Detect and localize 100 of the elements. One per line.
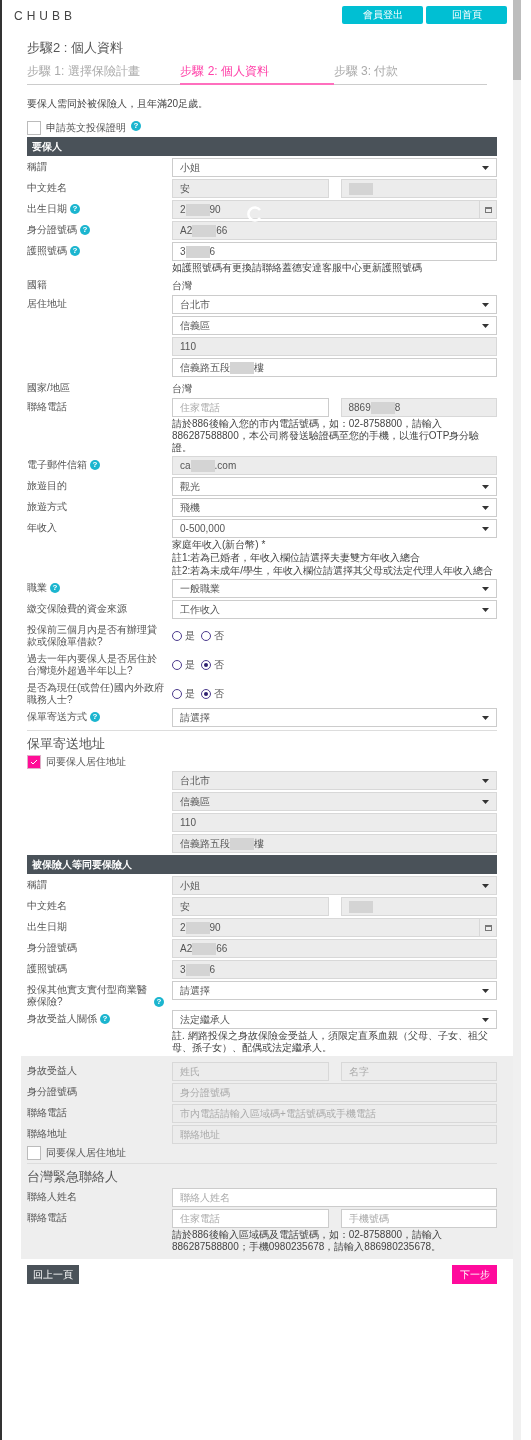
dropdown[interactable]: 飛機 xyxy=(172,498,497,517)
field-label: 出生日期 xyxy=(27,921,67,933)
field-note: 家庭年收入(新台幣) * xyxy=(172,539,267,551)
loading-spinner-icon xyxy=(247,206,263,222)
dropdown[interactable]: 工作收入 xyxy=(172,600,497,619)
field-label: 過去一年內要保人是否居住於台灣境外超過半年以上? xyxy=(27,653,158,677)
section-heading: 保單寄送地址 xyxy=(27,735,106,753)
field-label: 旅遊目的 xyxy=(27,480,67,492)
caret-icon xyxy=(482,1017,489,1022)
caret-icon xyxy=(482,323,489,328)
dropdown[interactable]: 台北市 xyxy=(172,295,497,314)
calendar-button[interactable] xyxy=(480,918,497,937)
scrollbar-thumb[interactable] xyxy=(513,0,521,80)
caret-icon xyxy=(482,302,489,307)
field-label: 稱謂 xyxy=(27,879,47,891)
checkbox-label: 同要保人居住地址 xyxy=(46,755,126,769)
field-label: 聯絡電話 xyxy=(27,1212,67,1224)
dropdown[interactable]: 0-500,000 xyxy=(172,519,497,538)
calendar-icon xyxy=(484,206,492,213)
field-label: 中文姓名 xyxy=(27,182,67,194)
field-label: 國籍 xyxy=(27,279,47,291)
field-label: 國家/地區 xyxy=(27,382,70,394)
caret-icon xyxy=(482,715,489,720)
field-note: 註. 網路投保之身故保險金受益人，須限定直系血親（父母、子女、祖父母、孫子女）、配偶或法定繼承人。 xyxy=(172,1030,489,1054)
dropdown[interactable]: 請選擇 xyxy=(172,981,497,1000)
field-label: 出生日期 xyxy=(27,203,67,215)
dropdown[interactable]: 觀光 xyxy=(172,477,497,496)
step-label: 步驟 3: 付款 xyxy=(333,63,400,80)
field-value: 台灣 xyxy=(172,279,193,293)
field-label: 聯絡電話 xyxy=(27,401,67,413)
calendar-icon xyxy=(484,924,492,931)
input-field[interactable]: 住家電話 xyxy=(172,398,329,417)
radio-option[interactable]: 是 xyxy=(172,653,195,677)
section-header: 要保人 xyxy=(27,137,497,156)
field-note: 註2:若為未成年/學生，年收入欄位請選擇其父母或法定代理人年收入總合 xyxy=(172,565,495,577)
caret-icon xyxy=(482,883,489,888)
field-label: 護照號碼 xyxy=(27,963,67,975)
page-title: 步驟2 : 個人資料 xyxy=(27,39,125,57)
input-field[interactable]: 手機號碼 xyxy=(340,1209,497,1228)
step-label: 步驟 1: 選擇保險計畫 xyxy=(27,63,141,80)
field-label: 投保其他實支實付型商業醫療保險? xyxy=(27,984,148,1008)
section-heading: 台灣緊急聯絡人 xyxy=(27,1168,119,1186)
radio-option[interactable]: 是 xyxy=(172,682,195,706)
caret-icon xyxy=(482,484,489,489)
checkbox[interactable] xyxy=(27,755,41,769)
input-field[interactable]: 信義路五段 樓 xyxy=(172,358,497,377)
field-note: 註1:若為已婚者，年收入欄位請選擇夫妻雙方年收入總合 xyxy=(172,552,422,564)
field-label: 身分證號碼 xyxy=(27,942,77,954)
calendar-button[interactable] xyxy=(480,200,497,219)
radio-option[interactable]: 否 xyxy=(201,653,224,677)
field-label: 身分證號碼 xyxy=(27,224,77,236)
field-label: 身故受益人關係 xyxy=(27,1013,97,1025)
back-button[interactable]: 回上一頁 xyxy=(27,1265,79,1284)
checkbox-label: 申請英文投保證明 xyxy=(46,121,126,135)
logo[interactable]: CHUBB xyxy=(14,6,76,23)
field-label: 護照號碼 xyxy=(27,245,67,257)
caret-icon xyxy=(482,607,489,612)
dropdown[interactable]: 一般職業 xyxy=(172,579,497,598)
next-button[interactable]: 下一步 xyxy=(452,1265,497,1284)
caret-icon xyxy=(482,586,489,591)
intro-text: 要保人需同於被保險人，且年滿20足歲。 xyxy=(27,97,210,111)
field-label: 年收入 xyxy=(27,522,57,534)
checkbox-label: 同要保人居住地址 xyxy=(46,1146,126,1160)
radio-option[interactable]: 否 xyxy=(201,682,224,706)
check-icon xyxy=(30,759,38,765)
input-field[interactable]: 3 6 xyxy=(172,242,497,261)
checkbox[interactable] xyxy=(27,121,41,135)
caret-icon xyxy=(482,526,489,531)
field-label: 保單寄送方式 xyxy=(27,711,87,723)
radio-option[interactable]: 是 xyxy=(172,624,195,648)
field-note: 請於886後輸入您的市內電話號碼，如：02-8758800，請輸入886287588800，本公司將發送驗證碼至您的手機，以進行OTP身分驗證。 xyxy=(172,418,481,454)
dropdown[interactable]: 小姐 xyxy=(172,158,497,177)
radio-option[interactable]: 否 xyxy=(201,624,224,648)
field-label: 電子郵件信箱 xyxy=(27,459,87,471)
field-label: 身分證號碼 xyxy=(27,1086,77,1098)
input-field[interactable]: 聯絡人姓名 xyxy=(172,1188,497,1207)
caret-icon xyxy=(482,778,489,783)
caret-icon xyxy=(482,799,489,804)
field-label: 稱謂 xyxy=(27,161,47,173)
dropdown[interactable]: 信義區 xyxy=(172,316,497,335)
field-label: 聯絡地址 xyxy=(27,1128,67,1140)
field-label: 聯絡電話 xyxy=(27,1107,67,1119)
step-label: 步驟 2: 個人資料 xyxy=(180,63,334,85)
field-note: 請於886後輸入區域碼及電話號碼，如：02-8758800，請輸入886287588800；手機0980235678，請輸入886980235678。 xyxy=(172,1229,444,1253)
dropdown[interactable]: 法定繼承人 xyxy=(172,1010,497,1029)
input-field[interactable]: 住家電話 xyxy=(172,1209,329,1228)
field-note: 如護照號碼有更換請聯絡蓋德安達客服中心更新護照號碼 xyxy=(172,262,423,274)
caret-icon xyxy=(482,165,489,170)
field-label: 職業 xyxy=(27,582,47,594)
dropdown[interactable]: 請選擇 xyxy=(172,708,497,727)
field-label: 投保前三個月內是否有辦理貸款或保險單借款? xyxy=(27,624,158,648)
field-label: 繳交保險費的資金來源 xyxy=(27,603,127,615)
field-label: 是否為現任(或曾任)國內外政府職務人士? xyxy=(27,682,164,706)
caret-icon xyxy=(482,505,489,510)
field-value: 台灣 xyxy=(172,382,193,396)
checkbox[interactable] xyxy=(27,1146,41,1160)
field-label: 居住地址 xyxy=(27,298,67,310)
field-label: 旅遊方式 xyxy=(27,501,67,513)
field-label: 聯絡人姓名 xyxy=(27,1191,77,1203)
field-label: 身故受益人 xyxy=(27,1065,77,1077)
